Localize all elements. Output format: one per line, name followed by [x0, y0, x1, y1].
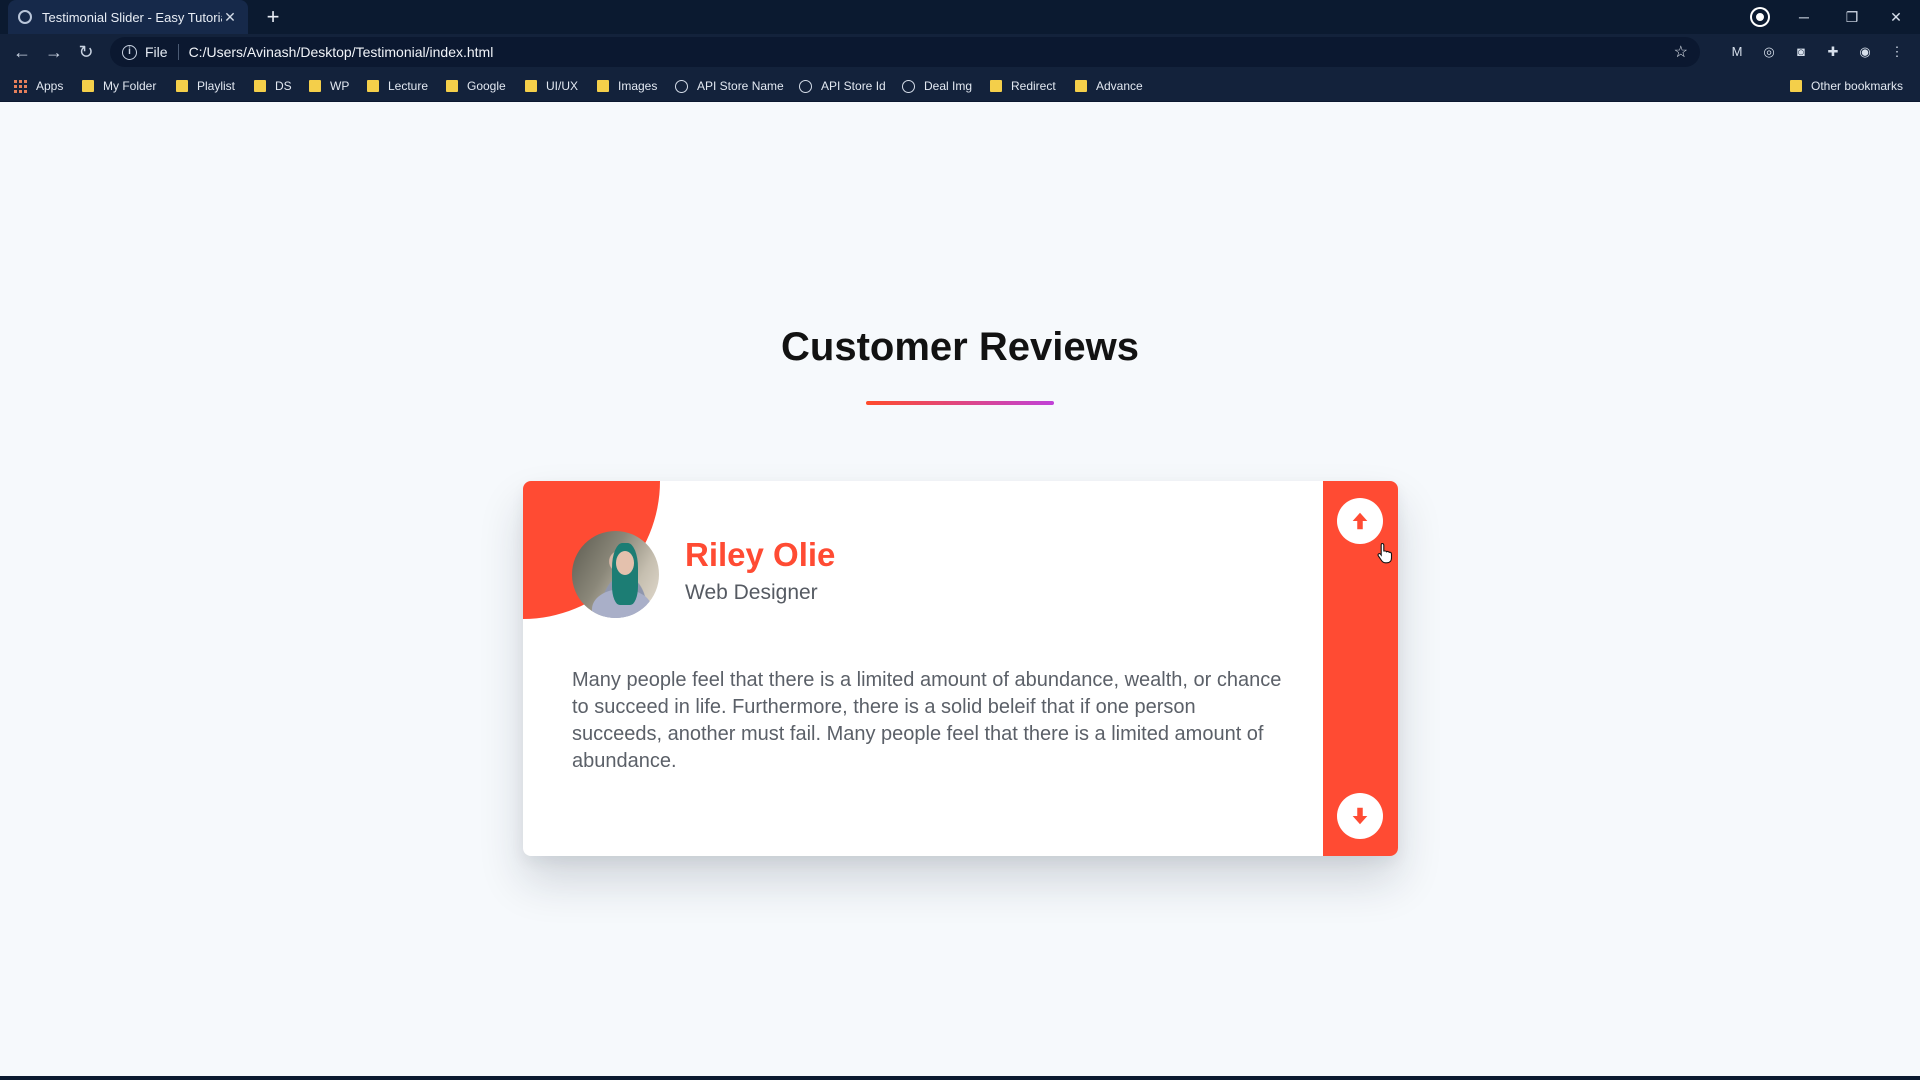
menu-kebab-icon[interactable]: ⋮ [1888, 43, 1906, 61]
apps-grid-icon [14, 79, 27, 93]
reviewer-name: Riley Olie [685, 536, 836, 573]
folder-icon [367, 80, 379, 92]
url-text[interactable]: C:/Users/Avinash/Desktop/Testimonial/ind… [189, 44, 1674, 60]
globe-icon [675, 79, 688, 93]
bookmark-ds[interactable]: DS [254, 77, 292, 95]
bookmark-label: WP [330, 79, 350, 93]
globe-icon [18, 10, 32, 24]
reviewer-role: Web Designer [685, 581, 818, 604]
back-button[interactable]: ← [10, 40, 34, 64]
extensions-puzzle-icon[interactable]: ✚ [1824, 43, 1842, 61]
forward-button[interactable]: → [42, 40, 66, 64]
scheme-label: File [145, 44, 179, 60]
record-icon[interactable] [1752, 9, 1768, 25]
bookmark-label: UI/UX [546, 79, 579, 93]
taskbar-edge [0, 1076, 1920, 1080]
bookmark-label: Advance [1096, 79, 1143, 93]
bookmark-playlist[interactable]: Playlist [176, 77, 235, 95]
folder-icon [82, 80, 94, 92]
bookmark-label: My Folder [103, 79, 157, 93]
bookmark-label: Redirect [1011, 79, 1056, 93]
folder-icon [446, 80, 458, 92]
folder-icon [1075, 80, 1087, 92]
tab-title: Testimonial Slider - Easy Tutorials [42, 9, 222, 25]
bookmark-images[interactable]: Images [597, 77, 657, 95]
slider-controls [1323, 481, 1398, 856]
new-tab-button[interactable]: + [260, 4, 286, 30]
browser-tab-bar: Testimonial Slider - Easy Tutorials ✕ + … [0, 0, 1920, 34]
globe-icon [902, 79, 915, 93]
avatar [572, 531, 659, 618]
bookmark-other-bookmarks[interactable]: Other bookmarks [1790, 77, 1903, 95]
previous-button[interactable] [1337, 498, 1393, 564]
folder-icon [309, 80, 321, 92]
bookmark-redirect[interactable]: Redirect [990, 77, 1056, 95]
arrow-up-icon [1352, 512, 1368, 530]
bookmark-star-icon[interactable]: ☆ [1674, 42, 1688, 62]
bookmark-label: Apps [36, 79, 64, 93]
close-window-button[interactable]: ✕ [1874, 0, 1918, 34]
review-text: Many people feel that there is a limited… [572, 669, 1282, 772]
close-tab-icon[interactable]: ✕ [222, 9, 238, 26]
browser-tab[interactable]: Testimonial Slider - Easy Tutorials ✕ [8, 0, 248, 34]
bookmark-advance[interactable]: Advance [1075, 77, 1143, 95]
title-underline [866, 401, 1054, 405]
bookmark-label: API Store Id [821, 79, 886, 93]
testimonial-card: Riley Olie Web Designer Many people feel… [523, 481, 1398, 856]
restore-button[interactable]: ❐ [1830, 0, 1874, 34]
bookmark-label: DS [275, 79, 292, 93]
address-bar[interactable]: i File C:/Users/Avinash/Desktop/Testimon… [110, 37, 1700, 67]
camera-icon[interactable]: ◙ [1792, 43, 1810, 61]
bookmark-label: Deal Img [924, 79, 973, 93]
folder-icon [1790, 80, 1802, 92]
bookmark-label: Lecture [388, 79, 429, 93]
info-icon[interactable]: i [122, 44, 137, 60]
bookmark-my-folder[interactable]: My Folder [82, 77, 156, 95]
bookmark-label: Images [618, 79, 658, 93]
folder-icon [525, 80, 537, 92]
folder-icon [176, 80, 188, 92]
arrow-down-icon [1352, 807, 1368, 825]
bookmark-deal-img[interactable]: Deal Img [902, 77, 972, 95]
next-button[interactable] [1337, 793, 1383, 839]
bookmarks-bar: Apps My Folder Playlist DS WP Lecture Go… [0, 70, 1920, 102]
reload-button[interactable]: ↻ [74, 40, 98, 64]
bookmark-ui-ux[interactable]: UI/UX [525, 77, 578, 95]
bookmark-label: Other bookmarks [1811, 79, 1904, 93]
minimize-button[interactable]: ─ [1782, 0, 1826, 34]
globe-icon [799, 79, 812, 93]
bookmark-api-store-name[interactable]: API Store Name [675, 77, 784, 95]
bookmark-google[interactable]: Google [446, 77, 506, 95]
extension-m-icon[interactable]: M [1728, 43, 1746, 61]
bookmark-label: API Store Name [697, 79, 784, 93]
folder-icon [990, 80, 1002, 92]
extension-circle-icon[interactable]: ◎ [1760, 43, 1778, 61]
page-title: Customer Reviews [781, 325, 1139, 369]
folder-icon [597, 80, 609, 92]
hand-cursor-icon [1377, 542, 1393, 564]
bookmark-apps[interactable]: Apps [14, 77, 63, 95]
profile-avatar-icon[interactable]: ◉ [1856, 43, 1874, 61]
bookmark-label: Google [467, 79, 506, 93]
bookmark-api-store-id[interactable]: API Store Id [799, 77, 886, 95]
bookmark-label: Playlist [197, 79, 236, 93]
browser-toolbar: ← → ↻ i File C:/Users/Avinash/Desktop/Te… [0, 34, 1920, 70]
bookmark-wp[interactable]: WP [309, 77, 349, 95]
bookmark-lecture[interactable]: Lecture [367, 77, 428, 95]
folder-icon [254, 80, 266, 92]
